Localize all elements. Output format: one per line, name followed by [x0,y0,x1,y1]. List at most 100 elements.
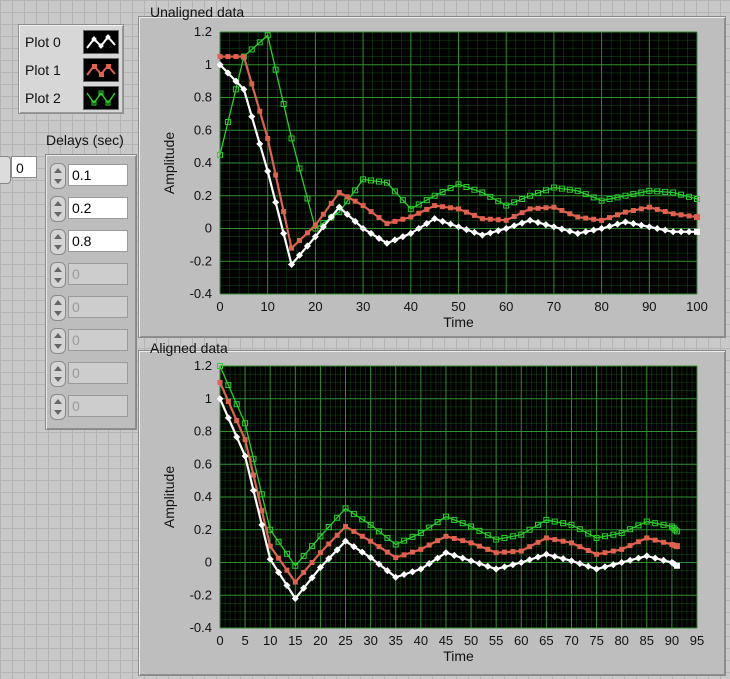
x-axis-label: Time [443,648,474,664]
series-marker-plot-1 [670,211,676,217]
legend-label: Plot 2 [25,90,61,106]
series-marker-plot-1 [448,205,454,211]
legend-swatch-plot-1[interactable] [83,58,119,82]
series-marker-plot-1 [312,222,318,228]
delay-input[interactable]: 0.2 [68,197,128,219]
delay-input[interactable]: 0 [68,329,128,351]
series-marker-plot-1 [599,217,605,223]
y-tick-label: 0.6 [194,122,212,137]
spin-arrows-icon[interactable] [50,262,66,288]
series-marker-plot-1 [401,552,407,558]
y-tick-label: 1 [205,57,212,72]
spin-arrows-icon[interactable] [50,361,66,387]
series-marker-plot-1 [259,508,265,514]
delay-input[interactable]: 0 [68,263,128,285]
legend-row-plot-1[interactable]: Plot 1 [19,55,123,83]
series-marker-plot-0 [694,228,700,235]
series-marker-plot-1 [384,221,390,227]
y-tick-label: 1.2 [194,24,212,39]
delay-input[interactable]: 0 [68,395,128,417]
y-tick-label: 0.4 [194,489,212,504]
delay-row: 0.1 [50,163,134,189]
series-marker-plot-1 [443,533,449,539]
x-axis-label: Time [443,314,474,330]
y-tick-label: 0 [205,555,212,570]
series-marker-plot-1 [463,209,469,215]
x-tick-label: 60 [514,633,528,648]
series-marker-plot-1 [518,548,524,554]
series-marker-plot-1 [678,212,684,218]
x-tick-label: 95 [690,633,704,648]
y-tick-label: 0.2 [194,188,212,203]
delay-row: 0 [50,295,134,321]
spin-arrows-icon[interactable] [50,394,66,420]
series-marker-plot-1 [661,539,667,545]
y-tick-label: -0.2 [190,587,212,602]
series-marker-plot-1 [479,216,485,222]
series-marker-plot-1 [568,540,574,546]
delay-input[interactable]: 0.1 [68,164,128,186]
series-marker-plot-1 [585,547,591,553]
legend-swatch-plot-2[interactable] [83,86,119,110]
delays-label: Delays (sec) [46,132,124,148]
spin-arrows-icon[interactable] [50,328,66,354]
series-marker-plot-1 [552,537,558,543]
series-marker-plot-1 [289,245,295,251]
series-marker-plot-1 [646,204,652,210]
aligned-data-chart[interactable]: 0 5 10 15 20 25 30 35 40 45 50 55 60 65 70 75 80 85 90 951.… [138,354,724,678]
y-tick-label: -0.2 [190,253,212,268]
array-index-increment[interactable] [0,156,11,184]
series-marker-plot-1 [352,198,358,204]
series-marker-plot-1 [567,211,573,217]
y-tick-label: 0.8 [194,424,212,439]
array-index-input[interactable]: 0 [11,156,37,178]
series-marker-plot-1 [652,537,658,543]
series-marker-plot-1 [344,194,350,200]
series-marker-plot-1 [225,398,231,404]
series-marker-plot-1 [242,437,248,443]
series-marker-plot-1 [559,207,565,213]
delay-input[interactable]: 0 [68,296,128,318]
series-marker-plot-1 [424,206,430,212]
series-marker-plot-1 [627,543,633,549]
series-marker-plot-1 [527,544,533,550]
series-marker-plot-1 [527,206,533,212]
x-tick-label: 30 [356,299,370,314]
spin-arrows-icon[interactable] [50,229,66,255]
series-marker-plot-1 [594,551,600,557]
spin-arrows-icon[interactable] [50,196,66,222]
series-marker-plot-1 [476,543,482,549]
delay-input[interactable]: 0.8 [68,230,128,252]
series-marker-plot-0 [673,562,680,569]
x-tick-label: 50 [464,633,478,648]
series-marker-plot-1 [610,548,616,554]
legend-row-plot-0[interactable]: Plot 0 [19,27,123,55]
x-tick-label: 0 [216,299,223,314]
y-axis-label: Amplitude [161,132,177,194]
y-tick-label: 1 [205,391,212,406]
series-marker-plot-1 [400,216,406,222]
spin-arrows-icon[interactable] [50,163,66,189]
series-marker-plot-1 [543,205,549,211]
series-marker-plot-1 [426,542,432,548]
x-tick-label: 30 [363,633,377,648]
legend-line-icon [86,64,116,77]
series-marker-plot-1 [326,541,332,547]
series-marker-plot-1 [495,217,501,223]
legend-row-plot-2[interactable]: Plot 2 [19,83,123,111]
y-tick-label: -0.4 [190,286,212,301]
series-marker-plot-1 [217,54,223,60]
x-tick-label: 90 [642,299,656,314]
x-tick-label: 50 [451,299,465,314]
series-marker-plot-1 [694,214,700,221]
series-marker-plot-1 [292,579,298,585]
delay-row: 0 [50,361,134,387]
series-marker-plot-1 [535,205,541,211]
series-marker-plot-1 [468,540,474,546]
legend-label: Plot 1 [25,62,61,78]
legend-swatch-plot-0[interactable] [83,30,119,54]
series-marker-plot-1 [460,538,466,544]
unaligned-data-chart[interactable]: 0 10 20 30 40 50 60 70 80 90 1001.210.80.60.40.20-… [138,20,724,344]
spin-arrows-icon[interactable] [50,295,66,321]
delay-input[interactable]: 0 [68,362,128,384]
